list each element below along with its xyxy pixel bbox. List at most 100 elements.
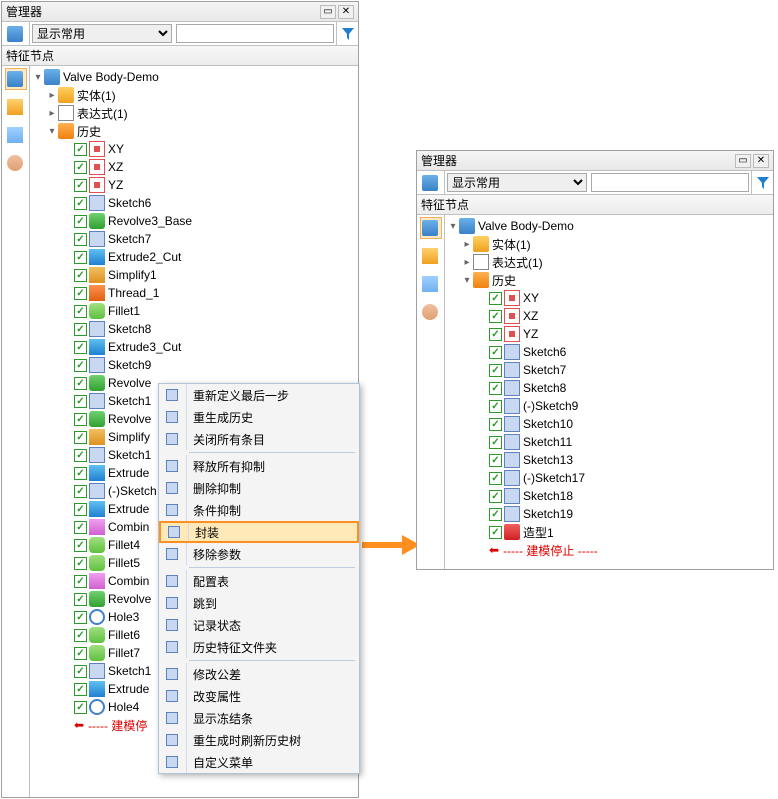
menu-item[interactable]: 自定义菜单 bbox=[159, 751, 359, 773]
tree-item[interactable]: Extrude2_Cut bbox=[30, 248, 358, 266]
menu-item[interactable]: 条件抑制 bbox=[159, 499, 359, 521]
tree-item[interactable]: Sketch8 bbox=[445, 379, 773, 397]
checkbox[interactable] bbox=[74, 557, 87, 570]
checkbox[interactable] bbox=[74, 215, 87, 228]
checkbox[interactable] bbox=[74, 377, 87, 390]
tree-item[interactable]: XY bbox=[30, 140, 358, 158]
feature-tree[interactable]: ▾Valve Body-Demo▸实体(1)▸表达式(1)▾历史XYXZYZSk… bbox=[445, 215, 773, 569]
checkbox[interactable] bbox=[74, 611, 87, 624]
tree-item[interactable]: Sketch6 bbox=[30, 194, 358, 212]
menu-item[interactable]: 关闭所有条目 bbox=[159, 428, 359, 450]
sidebar-person-icon[interactable] bbox=[420, 301, 442, 323]
tree-root[interactable]: ▾Valve Body-Demo bbox=[30, 68, 358, 86]
checkbox[interactable] bbox=[489, 382, 502, 395]
checkbox[interactable] bbox=[74, 683, 87, 696]
checkbox[interactable] bbox=[74, 485, 87, 498]
tree-item[interactable]: Revolve3_Base bbox=[30, 212, 358, 230]
display-mode-select[interactable]: 显示常用 bbox=[32, 24, 172, 43]
checkbox[interactable] bbox=[489, 310, 502, 323]
checkbox[interactable] bbox=[489, 346, 502, 359]
checkbox[interactable] bbox=[74, 395, 87, 408]
checkbox[interactable] bbox=[74, 629, 87, 642]
checkbox[interactable] bbox=[74, 449, 87, 462]
tree-item[interactable]: Sketch8 bbox=[30, 320, 358, 338]
checkbox[interactable] bbox=[489, 490, 502, 503]
checkbox[interactable] bbox=[74, 341, 87, 354]
tree-item[interactable]: Sketch9 bbox=[30, 356, 358, 374]
checkbox[interactable] bbox=[489, 508, 502, 521]
minimize-button[interactable]: ▭ bbox=[320, 5, 336, 19]
checkbox[interactable] bbox=[74, 647, 87, 660]
checkbox[interactable] bbox=[489, 454, 502, 467]
checkbox[interactable] bbox=[74, 359, 87, 372]
menu-item[interactable]: 重生成时刷新历史树 bbox=[159, 729, 359, 751]
menu-item[interactable]: 移除参数 bbox=[159, 543, 359, 565]
checkbox[interactable] bbox=[489, 526, 502, 539]
tree-item[interactable]: 造型1 bbox=[445, 523, 773, 541]
sidebar-cube-icon[interactable] bbox=[5, 96, 27, 118]
menu-item[interactable]: 删除抑制 bbox=[159, 477, 359, 499]
checkbox[interactable] bbox=[489, 328, 502, 341]
sidebar-image-icon[interactable] bbox=[5, 124, 27, 146]
tree-item[interactable]: Sketch7 bbox=[445, 361, 773, 379]
checkbox[interactable] bbox=[74, 323, 87, 336]
checkbox[interactable] bbox=[74, 467, 87, 480]
tree-item[interactable]: Sketch19 bbox=[445, 505, 773, 523]
menu-item[interactable]: 显示冻结条 bbox=[159, 707, 359, 729]
checkbox[interactable] bbox=[74, 197, 87, 210]
menu-item[interactable]: 释放所有抑制 bbox=[159, 455, 359, 477]
sidebar-cube-icon[interactable] bbox=[420, 245, 442, 267]
tree-root[interactable]: ▾Valve Body-Demo bbox=[445, 217, 773, 235]
menu-item[interactable]: 封装 bbox=[159, 521, 359, 543]
tree-item[interactable]: Fillet1 bbox=[30, 302, 358, 320]
checkbox[interactable] bbox=[489, 418, 502, 431]
menu-item[interactable]: 重生成历史 bbox=[159, 406, 359, 428]
minimize-button[interactable]: ▭ bbox=[735, 154, 751, 168]
tree-item[interactable]: (-)Sketch17 bbox=[445, 469, 773, 487]
tree-item[interactable]: Sketch10 bbox=[445, 415, 773, 433]
checkbox[interactable] bbox=[74, 305, 87, 318]
sidebar-assembly-icon[interactable] bbox=[5, 68, 27, 90]
tree-item[interactable]: Simplify1 bbox=[30, 266, 358, 284]
menu-item[interactable]: 历史特征文件夹 bbox=[159, 636, 359, 658]
checkbox[interactable] bbox=[489, 364, 502, 377]
tree-item[interactable]: Sketch11 bbox=[445, 433, 773, 451]
tree-item[interactable]: Sketch7 bbox=[30, 230, 358, 248]
filter-button[interactable] bbox=[336, 22, 358, 45]
checkbox[interactable] bbox=[74, 413, 87, 426]
display-mode-select[interactable]: 显示常用 bbox=[447, 173, 587, 192]
tree-item[interactable]: YZ bbox=[445, 325, 773, 343]
tree-item[interactable]: (-)Sketch9 bbox=[445, 397, 773, 415]
checkbox[interactable] bbox=[74, 161, 87, 174]
checkbox[interactable] bbox=[74, 665, 87, 678]
tree-history[interactable]: ▾历史 bbox=[30, 122, 358, 140]
tree-item[interactable]: Extrude3_Cut bbox=[30, 338, 358, 356]
checkbox[interactable] bbox=[489, 400, 502, 413]
checkbox[interactable] bbox=[74, 521, 87, 534]
checkbox[interactable] bbox=[489, 472, 502, 485]
checkbox[interactable] bbox=[74, 503, 87, 516]
tree-item[interactable]: Sketch13 bbox=[445, 451, 773, 469]
checkbox[interactable] bbox=[74, 233, 87, 246]
checkbox[interactable] bbox=[74, 701, 87, 714]
sidebar-image-icon[interactable] bbox=[420, 273, 442, 295]
tree-item[interactable]: YZ bbox=[30, 176, 358, 194]
sidebar-assembly-icon[interactable] bbox=[420, 217, 442, 239]
tree-item[interactable]: Sketch6 bbox=[445, 343, 773, 361]
close-button[interactable]: ✕ bbox=[338, 5, 354, 19]
tree-item[interactable]: XZ bbox=[445, 307, 773, 325]
checkbox[interactable] bbox=[74, 593, 87, 606]
close-button[interactable]: ✕ bbox=[753, 154, 769, 168]
tree-item[interactable]: Thread_1 bbox=[30, 284, 358, 302]
menu-item[interactable]: 记录状态 bbox=[159, 614, 359, 636]
tree-expressions[interactable]: ▸表达式(1) bbox=[30, 104, 358, 122]
menu-item[interactable]: 跳到 bbox=[159, 592, 359, 614]
tree-solids[interactable]: ▸实体(1) bbox=[445, 235, 773, 253]
menu-item[interactable]: 配置表 bbox=[159, 570, 359, 592]
tree-item[interactable]: Sketch18 bbox=[445, 487, 773, 505]
tree-solids[interactable]: ▸实体(1) bbox=[30, 86, 358, 104]
checkbox[interactable] bbox=[74, 269, 87, 282]
search-input[interactable] bbox=[176, 24, 334, 43]
checkbox[interactable] bbox=[74, 143, 87, 156]
menu-item[interactable]: 重新定义最后一步 bbox=[159, 384, 359, 406]
